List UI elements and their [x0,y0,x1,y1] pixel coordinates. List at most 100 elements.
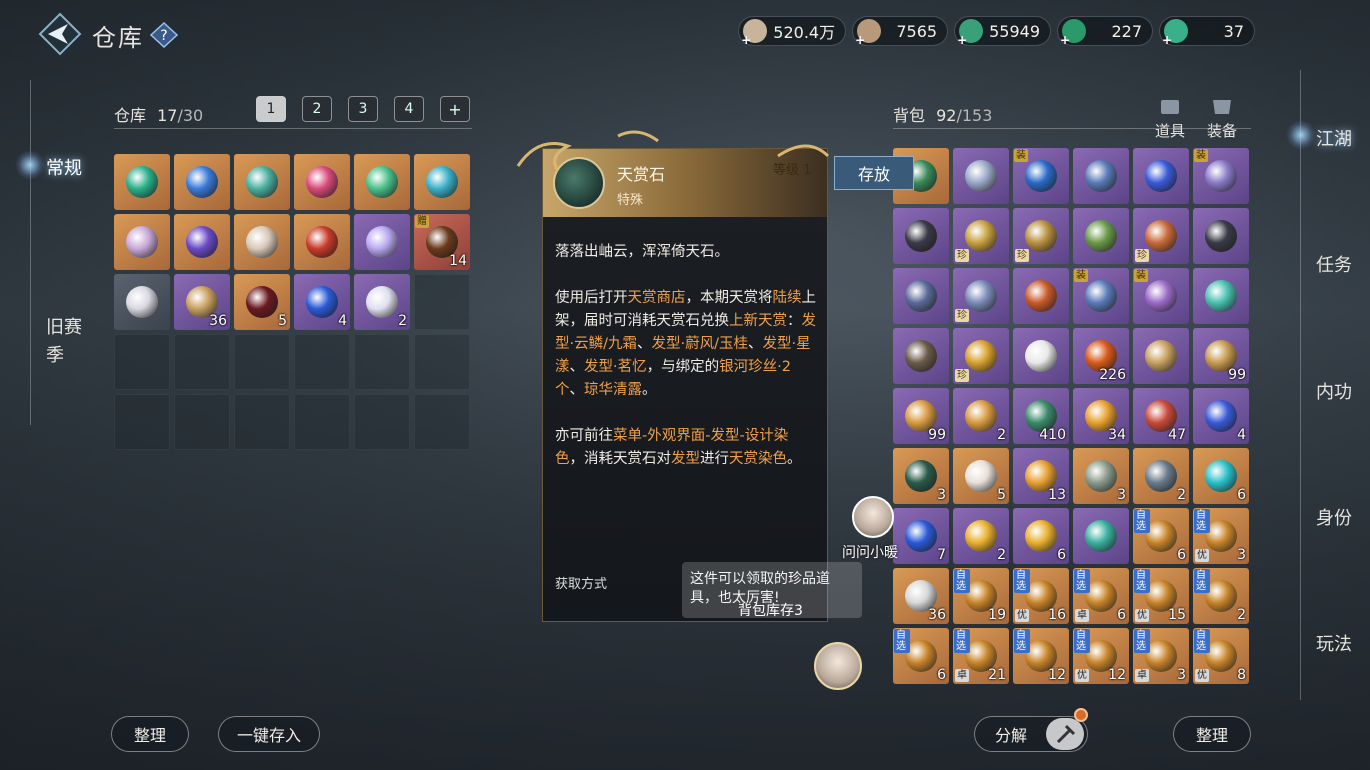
currency-scroll[interactable]: 520.4万 [738,16,847,47]
warehouse-slot[interactable]: 4 [294,274,350,330]
bag-slot[interactable]: 410 [1013,388,1069,444]
warehouse-slot[interactable] [294,154,350,210]
bag-slot[interactable]: 4 [1193,388,1249,444]
hammer-icon[interactable] [1046,718,1084,750]
assistant-avatar-large-icon[interactable] [814,642,862,690]
warehouse-slot[interactable] [114,154,170,210]
bag-slot[interactable]: 自选卓 21 [953,628,1009,684]
bag-slot[interactable] [1133,148,1189,204]
bag-slot[interactable]: 珍 [953,328,1009,384]
bag-slot[interactable]: 3 [1073,448,1129,504]
bag-slot[interactable]: 99 [1193,328,1249,384]
bag-slot[interactable]: 2 [953,508,1009,564]
warehouse-slot[interactable] [114,274,170,330]
bag-slot[interactable]: 自选优 3 [1193,508,1249,564]
bag-slot[interactable]: 自选卓 6 [1073,568,1129,624]
bag-slot[interactable]: 6 [1013,508,1069,564]
nav-item-regular[interactable]: 常规 [46,154,82,180]
help-icon[interactable]: ? [150,22,178,48]
bag-slot[interactable]: 2 [953,388,1009,444]
bag-slot[interactable] [1073,208,1129,264]
bag-slot[interactable]: 珍 [953,208,1009,264]
bag-slot[interactable]: 6 [1193,448,1249,504]
bag-slot[interactable] [893,328,949,384]
warehouse-slot[interactable] [354,394,410,450]
warehouse-slot[interactable]: 36 [174,274,230,330]
warehouse-tab-2[interactable]: 2 [302,96,332,122]
bag-slot[interactable]: 装 [1133,268,1189,324]
warehouse-tab-locked[interactable]: + [440,96,470,122]
bag-slot[interactable]: 自选 2 [1193,568,1249,624]
bag-slot[interactable]: 自选优 8 [1193,628,1249,684]
warehouse-slot[interactable] [414,154,470,210]
bag-slot[interactable] [953,148,1009,204]
nav-item-old-season[interactable]: 旧赛季 [46,314,90,370]
warehouse-tab-1[interactable]: 1 [256,96,286,122]
bag-slot[interactable]: 珍 [1013,208,1069,264]
bag-sort-button[interactable]: 整理 [1173,716,1251,752]
warehouse-slot[interactable] [354,334,410,390]
bag-slot[interactable]: 13 [1013,448,1069,504]
warehouse-tab-3[interactable]: 3 [348,96,378,122]
warehouse-slot[interactable] [114,394,170,450]
warehouse-slot[interactable]: 2 [354,274,410,330]
warehouse-slot[interactable] [234,334,290,390]
bag-slot[interactable] [1013,328,1069,384]
bag-slot[interactable]: 装 [1013,148,1069,204]
warehouse-slot[interactable] [294,394,350,450]
warehouse-slot[interactable] [414,274,470,330]
bag-slot[interactable]: 自选 12 [1013,628,1069,684]
bag-slot[interactable] [1193,208,1249,264]
bag-slot[interactable] [1073,148,1129,204]
bag-slot[interactable] [1013,268,1069,324]
bag-slot[interactable]: 226 [1073,328,1129,384]
warehouse-slot[interactable] [354,214,410,270]
bag-slot[interactable] [893,268,949,324]
currency-jade-coin[interactable]: 227 [1057,16,1153,47]
warehouse-slot[interactable] [354,154,410,210]
bag-slot[interactable] [893,208,949,264]
filter-equipment[interactable]: 装备 [1202,96,1242,141]
nav-item-jianghu[interactable]: 江湖 [1316,125,1352,151]
nav-item-gameplay[interactable]: 玩法 [1316,630,1352,656]
warehouse-slot[interactable]: 赠 14 [414,214,470,270]
bag-slot[interactable]: 自选优 16 [1013,568,1069,624]
bag-slot[interactable]: 99 [893,388,949,444]
warehouse-slot[interactable] [414,394,470,450]
warehouse-slot[interactable] [234,394,290,450]
nav-item-quests[interactable]: 任务 [1316,251,1352,277]
warehouse-slot[interactable] [414,334,470,390]
bag-slot[interactable] [1133,328,1189,384]
warehouse-slot[interactable] [174,394,230,450]
warehouse-slot[interactable] [174,154,230,210]
warehouse-tab-4[interactable]: 4 [394,96,424,122]
warehouse-slot[interactable] [234,154,290,210]
currency-jade-link[interactable]: 55949 [954,16,1051,47]
bag-slot[interactable]: 装 [1073,268,1129,324]
bag-slot[interactable]: 7 [893,508,949,564]
warehouse-slot[interactable] [114,334,170,390]
currency-jade-token[interactable]: 37 [1159,16,1255,47]
bag-slot[interactable]: 装 [1193,148,1249,204]
bag-slot[interactable]: 自选 6 [1133,508,1189,564]
warehouse-sort-button[interactable]: 整理 [111,716,189,752]
bag-slot[interactable]: 36 [893,568,949,624]
bag-slot[interactable]: 3 [893,448,949,504]
bag-slot[interactable]: 珍 [953,268,1009,324]
bag-slot[interactable] [1073,508,1129,564]
bag-slot[interactable]: 自选 19 [953,568,1009,624]
warehouse-slot[interactable] [294,214,350,270]
warehouse-slot[interactable] [174,334,230,390]
filter-items[interactable]: 道具 [1150,96,1190,141]
assistant-avatar-icon[interactable] [852,496,894,538]
bag-slot[interactable]: 5 [953,448,1009,504]
bag-slot[interactable]: 自选 6 [893,628,949,684]
nav-item-identity[interactable]: 身份 [1316,504,1352,530]
warehouse-slot[interactable] [174,214,230,270]
warehouse-slot[interactable] [294,334,350,390]
currency-coin[interactable]: 7565 [852,16,949,47]
warehouse-slot[interactable] [234,214,290,270]
bag-slot[interactable]: 自选卓 3 [1133,628,1189,684]
deposit-button[interactable]: 存放 [834,156,914,190]
bag-slot[interactable]: 珍 [1133,208,1189,264]
